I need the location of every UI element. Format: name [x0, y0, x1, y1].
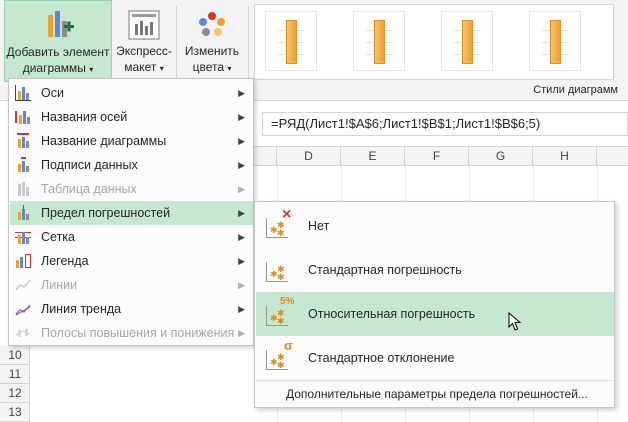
submenu-item-label: Стандартная погрешность [308, 263, 462, 277]
change-colors-label-1: Изменить [184, 44, 240, 58]
legend-icon [15, 253, 31, 269]
quick-layout-label-1: Экспресс- [116, 44, 172, 58]
column-header-f[interactable]: F [405, 147, 469, 166]
submenu-item-none[interactable]: ✱ ✱ ✱ × Нет [256, 204, 614, 248]
submenu-item-label: Относительная погрешность [308, 307, 476, 321]
chevron-right-icon: ▶ [238, 208, 245, 218]
percent-badge: 5% [280, 296, 295, 307]
submenu-item-standard-deviation[interactable]: ✱ ✱ ✱ σ Стандартное отклонение [256, 336, 614, 380]
standard-error-icon: ✱ ✱ ✱ [264, 256, 294, 284]
column-header-d[interactable]: D [277, 147, 341, 166]
menu-item-label: Полосы повышения и понижения [41, 326, 235, 340]
gridlines-icon [15, 229, 31, 245]
quick-layout-button[interactable]: Экспресс- макет ▾ [114, 0, 174, 84]
change-colors-button[interactable]: Изменить цвета ▾ [182, 0, 242, 84]
menu-item-lines: Линии ▶ [10, 273, 253, 297]
chevron-right-icon: ▶ [238, 88, 245, 98]
chevron-right-icon: ▶ [238, 232, 245, 242]
chevron-right-icon: ▶ [238, 136, 245, 146]
sigma-badge: σ [284, 338, 293, 353]
column-header-e[interactable]: E [341, 147, 405, 166]
submenu-item-percentage[interactable]: ✱ ✱ ✱ 5% Относительная погрешность [256, 292, 614, 336]
menu-item-label: Подписи данных [41, 158, 138, 172]
lines-icon [15, 277, 31, 293]
add-chart-element-label-2: диаграммы [22, 61, 86, 75]
menu-item-error-bars[interactable]: Предел погрешностей ▶ [10, 201, 253, 225]
chart-style-thumbnail[interactable] [353, 11, 405, 71]
menu-item-label: Легенда [41, 254, 89, 268]
row-header-13[interactable]: 13 [0, 403, 30, 422]
add-chart-element-button[interactable]: Добавить элемент диаграммы ▾ [4, 0, 112, 82]
submenu-item-label: Нет [308, 219, 330, 233]
error-bars-submenu: ✱ ✱ ✱ × Нет ✱ ✱ ✱ Стандартная погрешность ✱ ✱… [254, 201, 615, 408]
column-header-bar: D E F G H [253, 146, 628, 166]
row-header-11[interactable]: 11 [0, 365, 30, 384]
mouse-cursor-icon [508, 312, 522, 331]
chevron-right-icon: ▶ [238, 256, 245, 266]
column-header-g[interactable]: G [469, 147, 533, 166]
chevron-right-icon: ▶ [238, 328, 245, 338]
chevron-down-icon: ▾ [159, 64, 164, 73]
chart-style-thumbnail[interactable] [265, 11, 317, 71]
chevron-right-icon: ▶ [238, 112, 245, 122]
menu-item-up-down-bars: Полосы повышения и понижения ▶ [10, 321, 253, 345]
menu-item-label: Названия осей [41, 110, 128, 124]
ribbon-separator [176, 6, 177, 80]
menu-item-data-labels[interactable]: Подписи данных ▶ [10, 153, 253, 177]
quick-layout-icon [128, 10, 160, 40]
column-header-h[interactable]: H [533, 147, 597, 166]
percentage-icon: ✱ ✱ ✱ 5% [264, 296, 294, 328]
add-chart-element-label-1: Добавить элемент [6, 45, 110, 59]
change-colors-label-2: цвета [192, 60, 225, 74]
chart-title-icon [15, 133, 31, 149]
quick-layout-label-2: макет [124, 60, 157, 74]
formula-bar[interactable]: =РЯД(Лист1!$A$6;Лист1!$B$1;Лист1!$B$6;5) [262, 112, 628, 136]
menu-item-legend[interactable]: Легенда ▶ [10, 249, 253, 273]
row-header-bar: 10 11 12 13 [0, 346, 30, 422]
menu-item-trendline[interactable]: Линия тренда ▶ [10, 297, 253, 321]
trendline-icon [15, 301, 31, 317]
menu-item-gridlines[interactable]: Сетка ▶ [10, 225, 253, 249]
chevron-right-icon: ▶ [238, 280, 245, 290]
chart-style-thumbnail[interactable] [441, 11, 493, 71]
palette-icon [199, 12, 225, 36]
ribbon-separator [248, 6, 249, 80]
chart-styles-group-label: Стили диаграмм [533, 84, 618, 96]
error-bars-icon [15, 205, 31, 221]
error-bars-none-icon: ✱ ✱ ✱ × [264, 206, 294, 240]
menu-item-label: Таблица данных [41, 182, 137, 196]
row-header-10[interactable]: 10 [0, 346, 30, 365]
add-chart-element-menu: Оси ▶ Названия осей ▶ Название диаграммы… [8, 78, 254, 346]
data-table-icon [15, 181, 31, 197]
menu-item-label: Линии [41, 278, 78, 292]
axes-icon [15, 85, 31, 101]
menu-item-label: Предел погрешностей [41, 206, 171, 220]
menu-item-label: Линия тренда [41, 302, 122, 316]
menu-item-label: Оси [41, 86, 64, 100]
chart-styles-gallery [254, 4, 614, 80]
add-chart-element-icon [48, 11, 74, 37]
standard-deviation-icon: ✱ ✱ ✱ σ [264, 338, 294, 372]
menu-item-axis-titles[interactable]: Названия осей ▶ [10, 105, 253, 129]
chart-style-thumbnail[interactable] [529, 11, 581, 71]
menu-item-axes[interactable]: Оси ▶ [10, 81, 253, 105]
chevron-right-icon: ▶ [238, 184, 245, 194]
menu-item-data-table: Таблица данных ▶ [10, 177, 253, 201]
up-down-bars-icon [15, 325, 31, 341]
menu-item-label: Название диаграммы [41, 134, 167, 148]
menu-item-label: Сетка [41, 230, 75, 244]
submenu-item-standard-error[interactable]: ✱ ✱ ✱ Стандартная погрешность [256, 248, 614, 292]
column-header-partial [253, 147, 277, 166]
chevron-down-icon: ▾ [89, 65, 94, 74]
axis-titles-icon [15, 109, 31, 125]
data-labels-icon [15, 157, 31, 173]
menu-item-chart-title[interactable]: Название диаграммы ▶ [10, 129, 253, 153]
chevron-right-icon: ▶ [238, 304, 245, 314]
close-icon: × [282, 206, 292, 223]
chevron-down-icon: ▾ [227, 64, 232, 73]
chevron-right-icon: ▶ [238, 160, 245, 170]
more-error-bar-options-link[interactable]: Дополнительные параметры предела погрешн… [256, 380, 614, 406]
submenu-item-label: Стандартное отклонение [308, 351, 455, 365]
row-header-12[interactable]: 12 [0, 384, 30, 403]
